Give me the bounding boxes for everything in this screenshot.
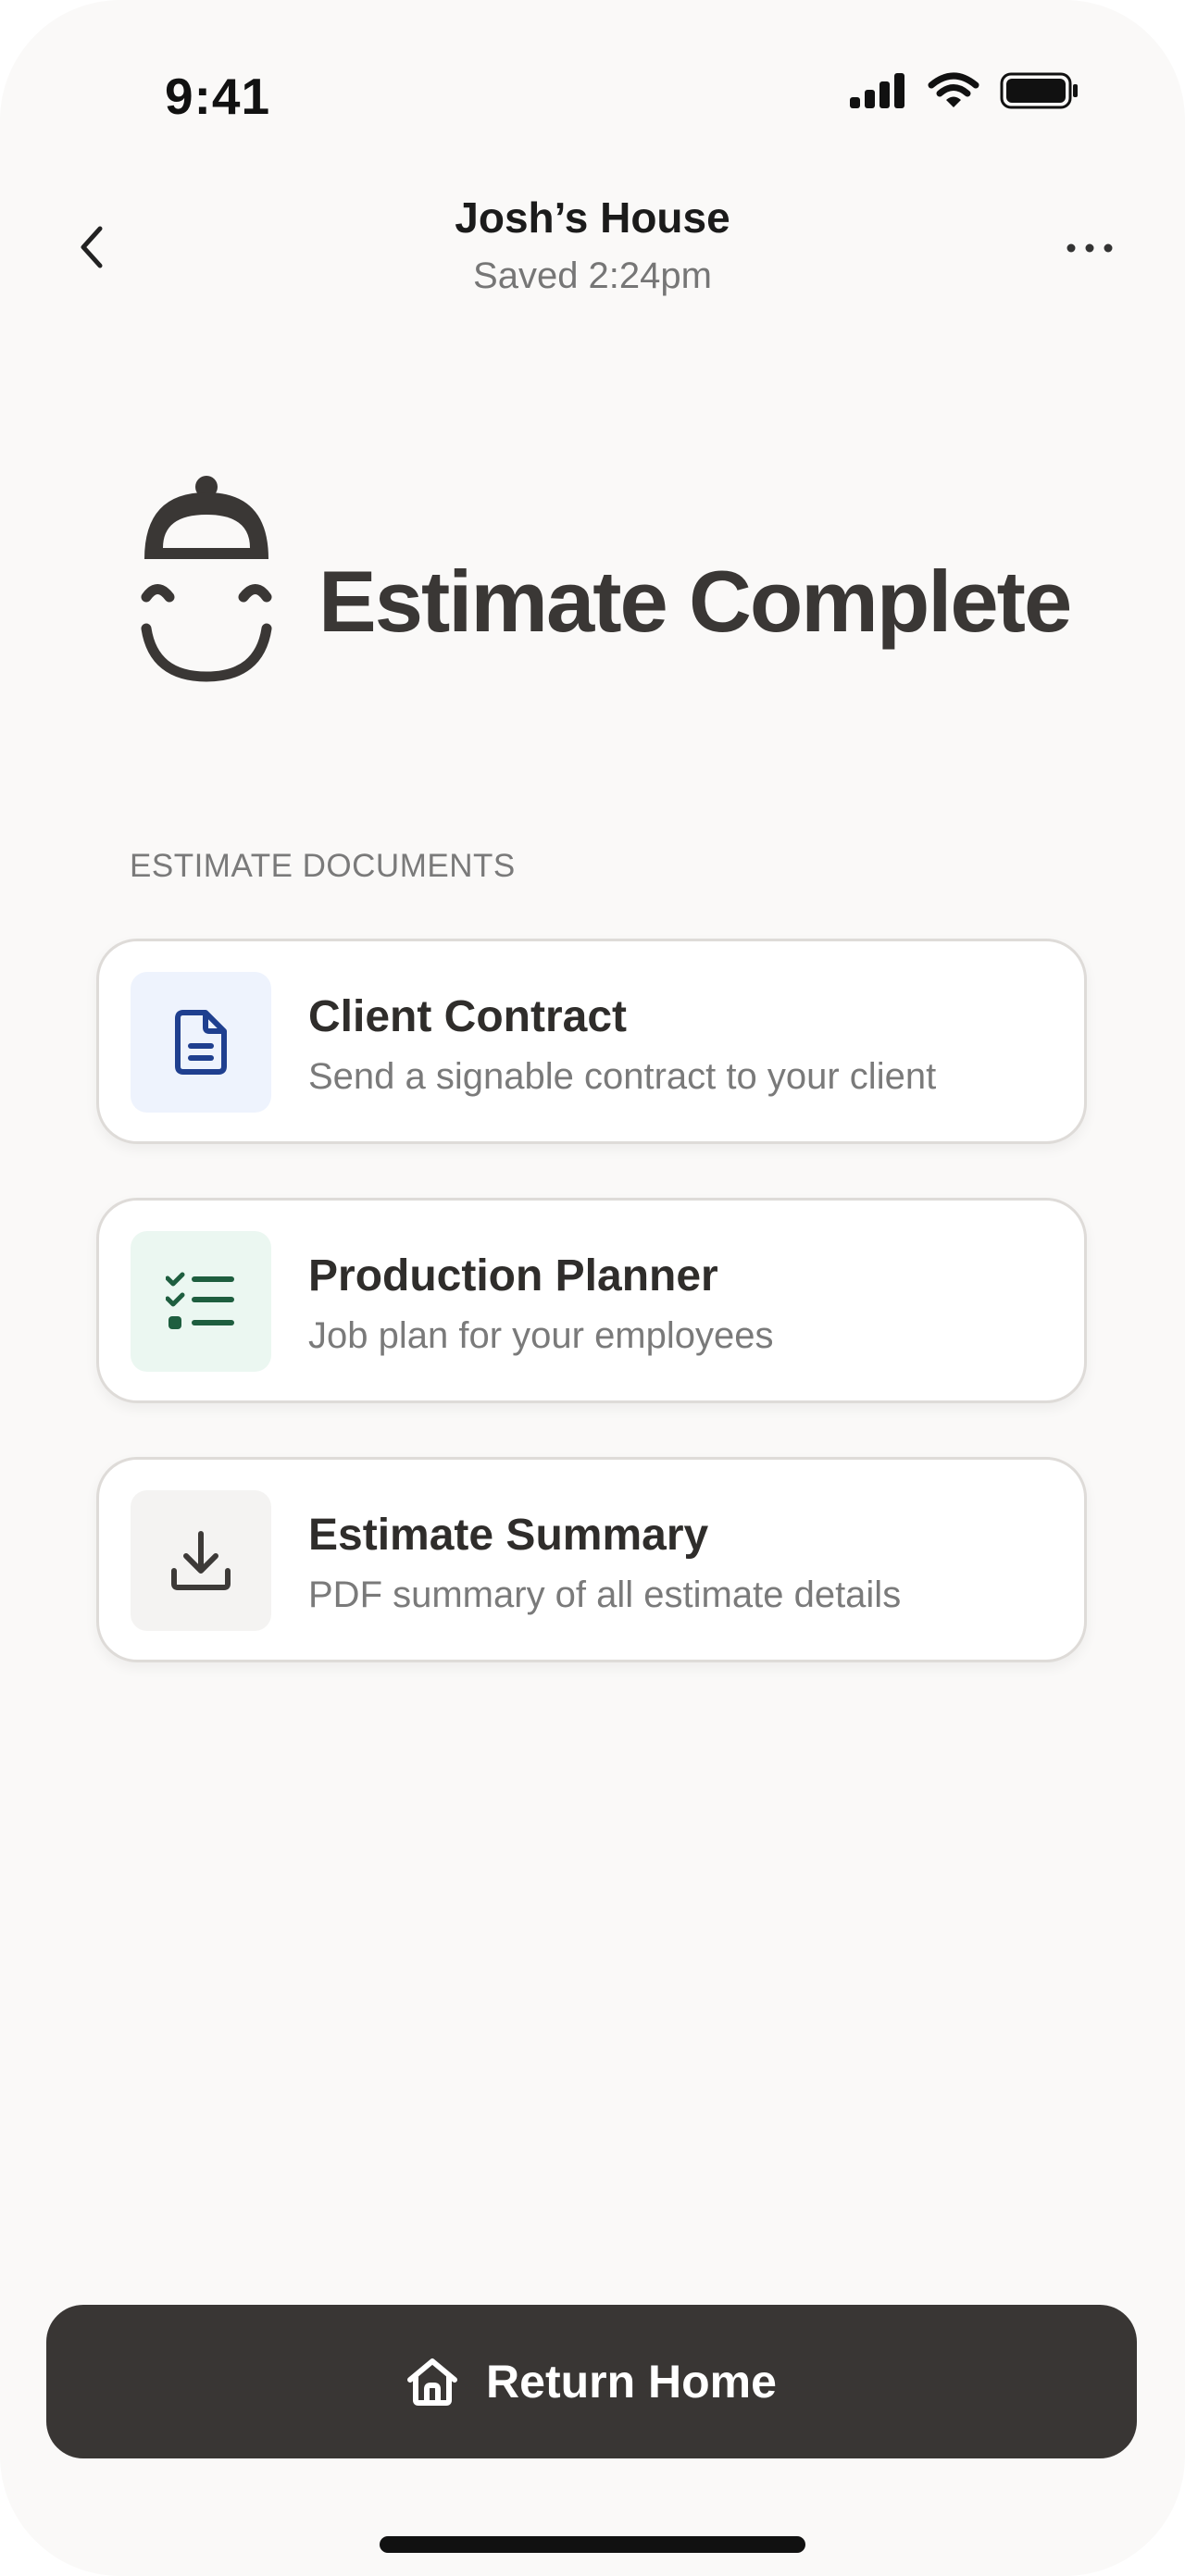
more-options-button[interactable] [1055,222,1124,274]
smiling-hardhat-face-logo [141,476,272,682]
more-horizontal-icon [1066,243,1113,253]
status-icons [850,72,1079,109]
icon-box [131,1490,271,1631]
card-description: Send a signable contract to your client [308,1056,937,1097]
client-contract-card[interactable]: Client Contract Send a signable contract… [96,939,1087,1144]
status-time: 9:41 [165,68,271,125]
phone-screen: 9:41 Josh’s House Saved 2:24pm Estimate … [0,0,1185,2576]
card-title: Production Planner [308,1251,718,1300]
estimate-summary-card[interactable]: Estimate Summary PDF summary of all esti… [96,1457,1087,1662]
card-title: Client Contract [308,992,628,1041]
production-planner-card[interactable]: Production Planner Job plan for your emp… [96,1198,1087,1403]
card-title: Estimate Summary [308,1511,709,1560]
home-indicator [380,2536,805,2553]
battery-icon [1000,72,1078,109]
saved-status: Saved 2:24pm [473,255,712,296]
card-description: Job plan for your employees [308,1315,774,1356]
wifi-icon [928,72,979,107]
page-title: Josh’s House [455,193,730,242]
download-icon [171,1531,231,1590]
section-label: ESTIMATE DOCUMENTS [130,848,516,884]
card-description: PDF summary of all estimate details [308,1574,902,1615]
return-home-button[interactable]: Return Home [46,2305,1137,2458]
hero-title: Estimate Complete [318,553,1072,650]
checklist-icon [166,1272,234,1329]
document-icon [175,1010,227,1075]
return-home-label: Return Home [486,2356,777,2408]
icon-box [131,972,271,1113]
home-icon [407,2358,458,2406]
icon-box [131,1231,271,1372]
cellular-signal-icon [850,73,904,108]
